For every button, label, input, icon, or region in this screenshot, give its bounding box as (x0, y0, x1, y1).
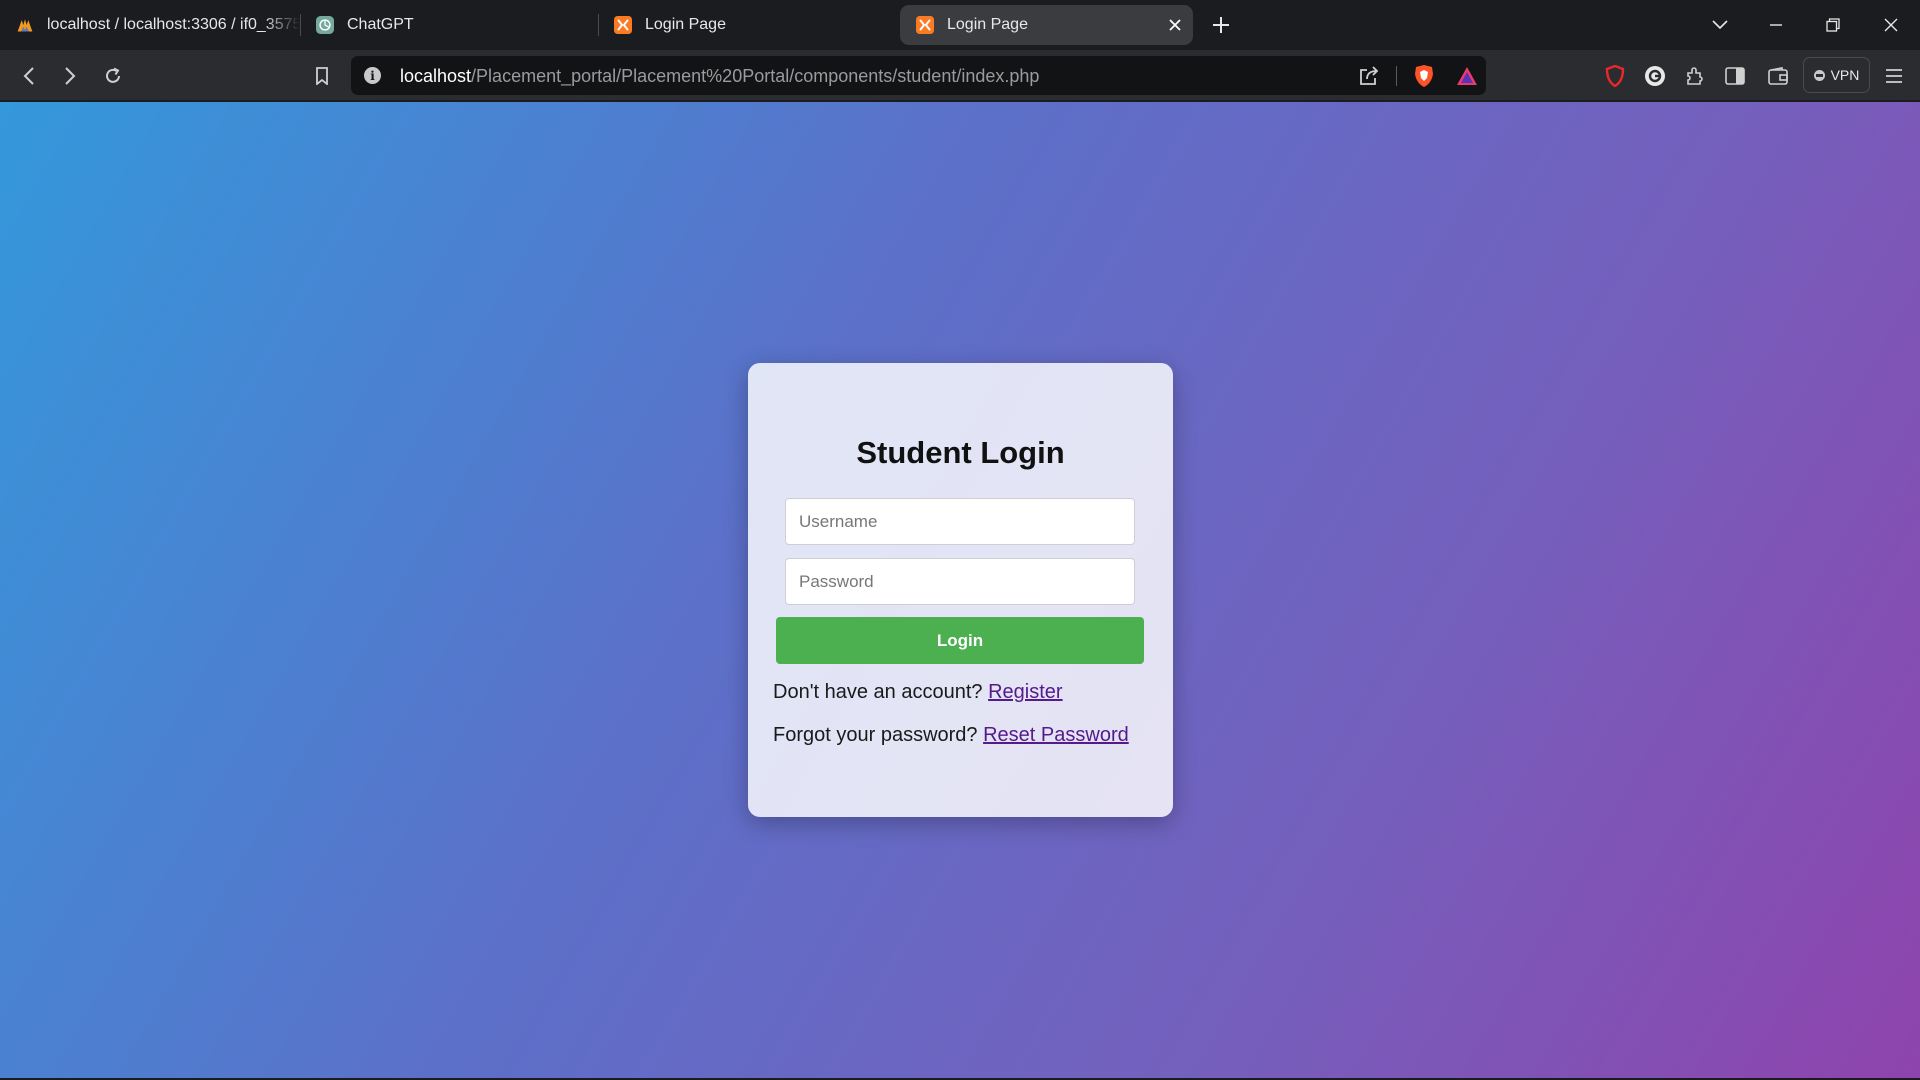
page-title: Student Login (856, 435, 1065, 470)
url-path: /Placement_portal/Placement%20Portal/com… (471, 66, 1040, 86)
reset-password-link[interactable]: Reset Password (983, 724, 1129, 746)
username-input[interactable] (785, 498, 1135, 545)
xampp-icon (614, 16, 632, 34)
password-input[interactable] (785, 558, 1135, 605)
tab-login-page[interactable]: Login Page (598, 5, 898, 45)
forward-icon[interactable] (55, 61, 85, 91)
address-url[interactable]: localhost/Placement_portal/Placement%20P… (400, 66, 1039, 87)
tab-title: localhost / localhost:3306 / if0_3575 (47, 16, 300, 33)
tab-phpmyadmin[interactable]: localhost / localhost:3306 / if0_3575 (0, 5, 300, 45)
close-window-icon[interactable] (1876, 10, 1906, 40)
minimize-icon[interactable] (1761, 10, 1791, 40)
grammar-extension-icon[interactable] (1640, 61, 1670, 91)
xampp-icon (916, 16, 934, 34)
new-tab-icon[interactable] (1208, 12, 1234, 38)
close-tab-icon[interactable] (1165, 15, 1185, 35)
phpmyadmin-icon (16, 16, 34, 34)
register-line: Don't have an account? Register (773, 681, 1063, 704)
address-divider (1396, 66, 1397, 86)
tab-login-page-active[interactable]: Login Page (900, 5, 1193, 45)
bookmark-icon[interactable] (307, 61, 337, 91)
reset-prompt: Forgot your password? (773, 724, 978, 746)
site-info-icon[interactable]: i (364, 67, 381, 84)
sidebar-icon[interactable] (1720, 61, 1750, 91)
tab-title: ChatGPT (347, 16, 414, 33)
page-background: Student Login Login Don't have an accoun… (0, 102, 1920, 1078)
tab-strip: localhost / localhost:3306 / if0_3575 Ch… (0, 0, 1920, 50)
wallet-icon[interactable] (1763, 61, 1793, 91)
share-icon[interactable] (1356, 63, 1382, 89)
brave-shields-icon[interactable] (1411, 63, 1437, 89)
tab-list-chevron-icon[interactable] (1705, 10, 1735, 40)
tab-title: Login Page (947, 16, 1028, 33)
browser-toolbar: i localhost/Placement_portal/Placement%2… (0, 50, 1920, 101)
chatgpt-icon (316, 16, 334, 34)
extensions-icon[interactable] (1680, 61, 1710, 91)
login-card: Student Login Login Don't have an accoun… (748, 363, 1173, 817)
menu-icon[interactable] (1879, 61, 1909, 91)
shield-icon[interactable] (1600, 61, 1630, 91)
tab-title: Login Page (645, 16, 726, 33)
register-link[interactable]: Register (988, 681, 1062, 703)
tab-chatgpt[interactable]: ChatGPT (300, 5, 598, 45)
url-host: localhost (400, 66, 472, 86)
reset-line: Forgot your password? Reset Password (773, 724, 1129, 747)
back-icon[interactable] (14, 61, 44, 91)
restore-icon[interactable] (1818, 10, 1848, 40)
reload-icon[interactable] (98, 61, 128, 91)
brave-rewards-icon[interactable] (1454, 63, 1480, 89)
login-button[interactable]: Login (776, 617, 1144, 664)
vpn-label: VPN (1830, 67, 1860, 83)
vpn-button[interactable]: VPN (1803, 57, 1870, 93)
address-bar[interactable]: i localhost/Placement_portal/Placement%2… (351, 56, 1486, 95)
vpn-status-icon (1813, 69, 1825, 81)
register-prompt: Don't have an account? (773, 681, 983, 703)
